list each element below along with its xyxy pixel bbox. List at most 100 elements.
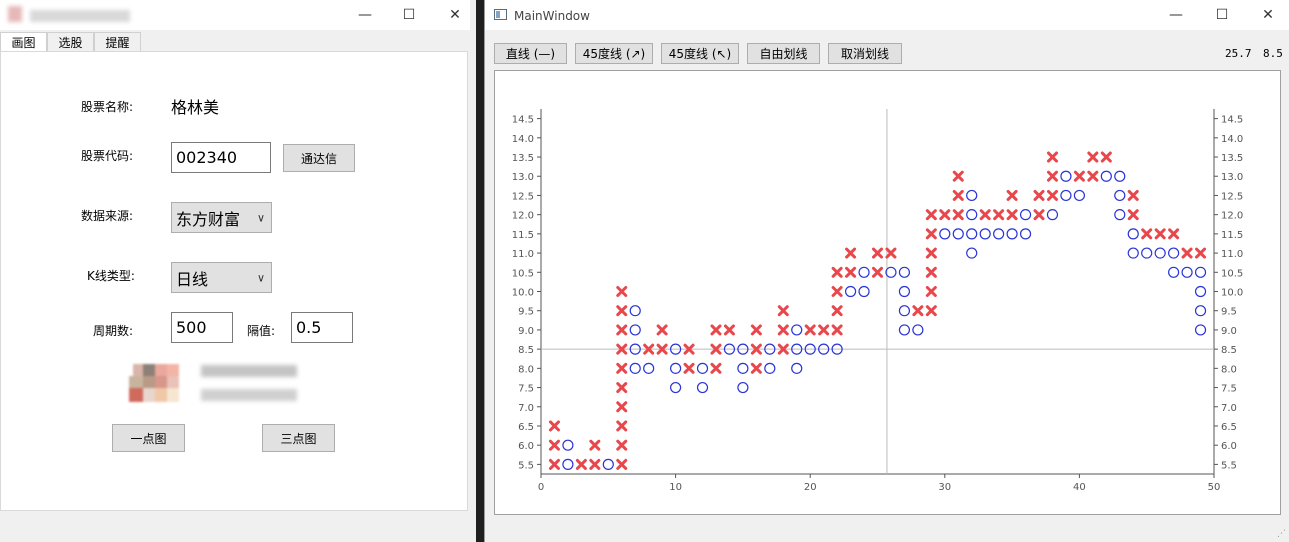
kline-type-value: 日线 (176, 269, 209, 289)
x-marker (1100, 151, 1112, 163)
o-marker (602, 458, 614, 470)
x-marker (1154, 228, 1166, 240)
o-marker (979, 228, 991, 240)
stock-name-label: 股票名称: (81, 100, 134, 114)
cancel-draw-button[interactable]: 取消划线 (828, 43, 902, 64)
y-tick-label: 14.0 (512, 134, 534, 145)
y-tick-label-right: 5.5 (1221, 460, 1237, 471)
x-marker (872, 266, 883, 278)
stock-code-input[interactable]: 002340 (171, 142, 271, 173)
o-marker (696, 362, 709, 374)
o-marker (966, 209, 978, 221)
x-marker (1181, 247, 1193, 259)
x-tick-label: 50 (1208, 482, 1221, 493)
x-marker (616, 420, 628, 432)
o-marker (1194, 285, 1207, 298)
x-marker (885, 247, 897, 259)
y-tick-label: 9.5 (518, 307, 534, 318)
o-marker (1100, 170, 1112, 182)
x-marker (616, 458, 628, 470)
o-marker (629, 362, 641, 374)
x-marker (952, 189, 964, 201)
tdx-button[interactable]: 通达信 (283, 144, 355, 172)
x-marker (575, 458, 587, 470)
o-marker (1194, 305, 1207, 317)
tab-reminder[interactable]: 提醒 (94, 32, 141, 51)
x-marker (1127, 189, 1139, 201)
x-marker (1141, 228, 1153, 240)
three-point-chart-button[interactable]: 三点图 (262, 424, 335, 452)
y-tick-label: 11.5 (512, 230, 534, 241)
close-icon[interactable]: ✕ (432, 0, 478, 30)
chevron-down-icon: ∨ (256, 271, 265, 284)
x-marker (831, 286, 843, 297)
chart-frame[interactable]: 5.5 5.5 6.0 6.0 6.5 6.5 7.0 7.0 7.5 7.5 8.0 8.0 8.5 8… (494, 70, 1281, 515)
blurred-title (30, 10, 130, 22)
x-marker (993, 209, 1005, 221)
y-tick-label: 8.0 (518, 364, 534, 375)
y-tick-label-right: 9.0 (1221, 326, 1237, 337)
o-marker (1127, 228, 1139, 240)
x-marker (925, 266, 937, 278)
window-gap (476, 0, 484, 542)
y-tick-label-right: 8.0 (1221, 364, 1237, 375)
o-marker (1019, 228, 1032, 240)
o-marker (898, 324, 911, 336)
tab-select-stock[interactable]: 选股 (47, 32, 94, 51)
y-tick-label: 9.0 (518, 326, 534, 337)
line-45-up-button[interactable]: 45度线 (↗) (575, 43, 653, 64)
maximize-icon[interactable]: ☐ (1199, 0, 1245, 30)
maximize-icon[interactable]: ☐ (386, 0, 432, 30)
app-icon (8, 6, 22, 22)
x-marker (1087, 170, 1099, 182)
o-marker (764, 362, 776, 374)
x-marker (1033, 209, 1045, 221)
o-marker (858, 266, 870, 278)
x-marker (818, 324, 830, 336)
y-tick-label: 13.0 (512, 172, 534, 183)
o-marker (1168, 266, 1180, 278)
x-marker (616, 324, 628, 336)
x-marker (925, 305, 937, 317)
y-tick-label: 14.5 (512, 115, 534, 126)
left-window-titlebar: — ☐ ✕ (0, 0, 470, 30)
data-source-value: 东方财富 (176, 209, 241, 229)
x-marker (1046, 151, 1058, 163)
period-input[interactable]: 500 (171, 312, 233, 343)
data-source-select[interactable]: 东方财富 ∨ (171, 202, 272, 233)
straight-line-button[interactable]: 直线 (—) (494, 43, 567, 64)
y-tick-label-right: 10.5 (1221, 268, 1243, 279)
x-marker (831, 266, 843, 278)
x-marker (925, 286, 937, 297)
x-marker (616, 286, 628, 297)
tab-draw[interactable]: 画图 (0, 32, 47, 52)
one-point-chart-button[interactable]: 一点图 (112, 424, 185, 452)
x-marker (750, 362, 762, 374)
close-icon[interactable]: ✕ (1245, 0, 1289, 30)
minimize-icon[interactable]: — (1153, 0, 1199, 30)
kline-type-select[interactable]: 日线 ∨ (171, 262, 272, 293)
x-marker (925, 247, 937, 259)
x-marker (1195, 247, 1207, 259)
y-tick-label: 6.5 (518, 422, 534, 433)
point-figure-chart[interactable]: 5.5 5.5 6.0 6.0 6.5 6.5 7.0 7.0 7.5 7.5 8.0 8.0 8.5 8… (495, 71, 1280, 514)
free-draw-button[interactable]: 自由划线 (747, 43, 820, 64)
x-marker (1046, 189, 1058, 201)
o-marker (844, 285, 857, 298)
x-marker (548, 420, 560, 432)
interval-label: 隔值: (247, 324, 276, 338)
minimize-icon[interactable]: — (342, 0, 388, 30)
y-tick-label: 13.5 (512, 153, 534, 164)
x-tick-label: 0 (538, 482, 544, 493)
line-45-down-button[interactable]: 45度线 (↖) (661, 43, 739, 64)
left-window: — ☐ ✕ 画图 选股 提醒 股票名称: 格林美 股票代码: 002340 通达… (0, 0, 470, 542)
x-marker (912, 305, 924, 317)
y-tick-label-right: 14.0 (1221, 134, 1243, 145)
o-marker (562, 458, 574, 470)
x-marker (710, 324, 722, 336)
interval-input[interactable]: 0.5 (291, 312, 353, 343)
y-tick-label: 6.0 (518, 441, 534, 452)
o-marker (939, 228, 951, 240)
resize-grip-icon[interactable]: ⋰ (1277, 529, 1286, 539)
x-marker (939, 209, 951, 221)
